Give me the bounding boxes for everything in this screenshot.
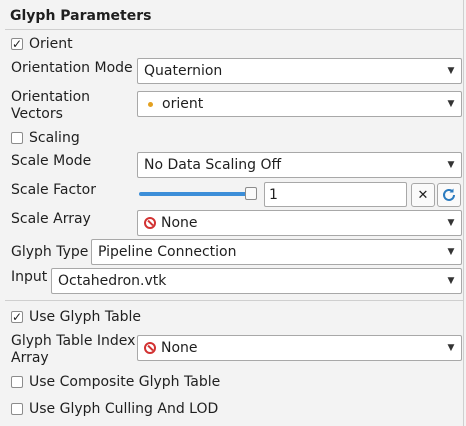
use-culling-label: Use Glyph Culling And LOD [29, 401, 219, 417]
orient-checkbox[interactable]: ✓ [11, 38, 23, 50]
chevron-down-icon: ▼ [447, 66, 455, 76]
clear-x-icon: ✕ [417, 187, 429, 203]
scale-factor-input[interactable]: 1 [264, 182, 407, 207]
glyph-table-index-select[interactable]: None ▼ [137, 335, 462, 361]
scale-array-label: Scale Array [11, 211, 91, 227]
none-icon [144, 342, 156, 354]
use-composite-checkbox-row[interactable]: Use Composite Glyph Table [11, 373, 220, 391]
chevron-down-icon: ▼ [447, 218, 455, 228]
scaling-label: Scaling [29, 130, 80, 146]
glyph-type-select[interactable]: Pipeline Connection ▼ [91, 239, 462, 265]
chevron-down-icon: ▼ [447, 99, 455, 109]
section-title: Glyph Parameters [10, 8, 152, 24]
scaling-checkbox-row[interactable]: Scaling [11, 129, 80, 147]
scale-factor-slider-track[interactable] [139, 192, 251, 196]
scale-factor-value: 1 [269, 186, 278, 203]
orient-checkbox-row[interactable]: ✓ Orient [11, 35, 73, 53]
orientation-mode-label: Orientation Mode [11, 60, 133, 76]
chevron-down-icon: ▼ [447, 276, 455, 286]
scaling-checkbox[interactable] [11, 132, 23, 144]
chevron-down-icon: ▼ [447, 343, 455, 353]
divider [5, 300, 463, 301]
scale-mode-value: No Data Scaling Off [144, 157, 282, 173]
glyph-type-value: Pipeline Connection [98, 244, 237, 260]
orientation-vectors-label: Orientation Vectors [11, 89, 91, 122]
scale-factor-label: Scale Factor [11, 182, 96, 198]
chevron-down-icon: ▼ [447, 247, 455, 257]
use-glyph-table-checkbox-row[interactable]: ✓ Use Glyph Table [11, 308, 141, 326]
point-data-icon [148, 101, 153, 107]
input-label: Input [11, 269, 48, 285]
panel-right-border [463, 0, 464, 426]
section-separator [5, 29, 463, 30]
glyph-table-index-label: Glyph Table Index Array [11, 333, 136, 366]
scale-array-select[interactable]: None ▼ [137, 210, 462, 236]
input-select[interactable]: Octahedron.vtk ▼ [51, 268, 462, 294]
use-culling-checkbox[interactable] [11, 403, 23, 415]
glyph-type-label: Glyph Type [11, 244, 89, 260]
orient-label: Orient [29, 36, 73, 52]
reset-button[interactable] [437, 183, 461, 207]
input-value: Octahedron.vtk [58, 273, 167, 289]
orientation-mode-select[interactable]: Quaternion ▼ [137, 58, 462, 84]
glyph-table-index-value: None [161, 340, 198, 356]
none-icon [144, 217, 156, 229]
use-glyph-table-label: Use Glyph Table [29, 309, 142, 325]
chevron-down-icon: ▼ [447, 160, 455, 170]
refresh-icon [443, 188, 455, 201]
scale-factor-slider-handle[interactable] [245, 187, 257, 200]
orientation-vectors-value: orient [162, 96, 204, 112]
use-composite-checkbox[interactable] [11, 376, 23, 388]
scale-mode-select[interactable]: No Data Scaling Off ▼ [137, 152, 462, 178]
use-composite-label: Use Composite Glyph Table [29, 374, 221, 390]
scale-mode-label: Scale Mode [11, 153, 92, 169]
use-glyph-table-checkbox[interactable]: ✓ [11, 311, 23, 323]
clear-button[interactable]: ✕ [411, 183, 435, 207]
orientation-vectors-select[interactable]: orient ▼ [137, 91, 462, 117]
scale-array-value: None [161, 215, 198, 231]
use-culling-checkbox-row[interactable]: Use Glyph Culling And LOD [11, 400, 218, 418]
orientation-mode-value: Quaternion [144, 63, 223, 79]
